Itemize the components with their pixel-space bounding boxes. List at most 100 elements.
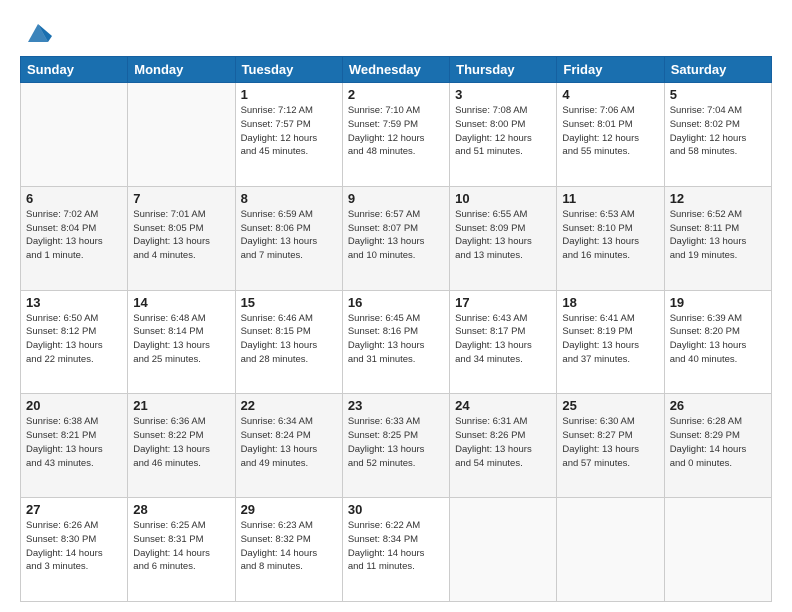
day-number: 5 — [670, 87, 766, 102]
day-number: 10 — [455, 191, 551, 206]
day-number: 23 — [348, 398, 444, 413]
day-info: Sunrise: 6:22 AM Sunset: 8:34 PM Dayligh… — [348, 519, 444, 574]
day-info: Sunrise: 6:31 AM Sunset: 8:26 PM Dayligh… — [455, 415, 551, 470]
day-info: Sunrise: 7:01 AM Sunset: 8:05 PM Dayligh… — [133, 208, 229, 263]
calendar-week-row: 6 Sunrise: 7:02 AM Sunset: 8:04 PM Daylig… — [21, 186, 772, 290]
day-number: 8 — [241, 191, 337, 206]
weekday-header-row: SundayMondayTuesdayWednesdayThursdayFrid… — [21, 57, 772, 83]
calendar-cell: 1 Sunrise: 7:12 AM Sunset: 7:57 PM Daylig… — [235, 83, 342, 187]
day-number: 19 — [670, 295, 766, 310]
calendar-cell: 25Sunrise: 6:30 AM Sunset: 8:27 PM Dayli… — [557, 394, 664, 498]
day-info: Sunrise: 6:55 AM Sunset: 8:09 PM Dayligh… — [455, 208, 551, 263]
calendar-cell: 5 Sunrise: 7:04 AM Sunset: 8:02 PM Daylig… — [664, 83, 771, 187]
day-number: 3 — [455, 87, 551, 102]
calendar-cell: 8 Sunrise: 6:59 AM Sunset: 8:06 PM Daylig… — [235, 186, 342, 290]
day-number: 9 — [348, 191, 444, 206]
logo-icon — [24, 18, 52, 46]
calendar-cell: 17Sunrise: 6:43 AM Sunset: 8:17 PM Dayli… — [450, 290, 557, 394]
weekday-header: Thursday — [450, 57, 557, 83]
day-number: 17 — [455, 295, 551, 310]
day-info: Sunrise: 6:39 AM Sunset: 8:20 PM Dayligh… — [670, 312, 766, 367]
calendar-cell: 24 Sunrise: 6:31 AM Sunset: 8:26 PM Dayli… — [450, 394, 557, 498]
page: SundayMondayTuesdayWednesdayThursdayFrid… — [0, 0, 792, 612]
day-number: 18 — [562, 295, 658, 310]
day-number: 24 — [455, 398, 551, 413]
day-info: Sunrise: 6:59 AM Sunset: 8:06 PM Dayligh… — [241, 208, 337, 263]
day-number: 15 — [241, 295, 337, 310]
calendar-cell: 2 Sunrise: 7:10 AM Sunset: 7:59 PM Daylig… — [342, 83, 449, 187]
day-number: 29 — [241, 502, 337, 517]
day-info: Sunrise: 6:45 AM Sunset: 8:16 PM Dayligh… — [348, 312, 444, 367]
day-info: Sunrise: 6:23 AM Sunset: 8:32 PM Dayligh… — [241, 519, 337, 574]
calendar-cell: 18 Sunrise: 6:41 AM Sunset: 8:19 PM Dayli… — [557, 290, 664, 394]
calendar-week-row: 1 Sunrise: 7:12 AM Sunset: 7:57 PM Daylig… — [21, 83, 772, 187]
day-number: 16 — [348, 295, 444, 310]
calendar-cell: 16 Sunrise: 6:45 AM Sunset: 8:16 PM Dayli… — [342, 290, 449, 394]
day-info: Sunrise: 6:28 AM Sunset: 8:29 PM Dayligh… — [670, 415, 766, 470]
calendar-cell: 21 Sunrise: 6:36 AM Sunset: 8:22 PM Dayli… — [128, 394, 235, 498]
day-info: Sunrise: 6:36 AM Sunset: 8:22 PM Dayligh… — [133, 415, 229, 470]
calendar-week-row: 20 Sunrise: 6:38 AM Sunset: 8:21 PM Dayli… — [21, 394, 772, 498]
calendar-cell — [450, 498, 557, 602]
calendar-cell: 14Sunrise: 6:48 AM Sunset: 8:14 PM Dayli… — [128, 290, 235, 394]
calendar-cell — [664, 498, 771, 602]
weekday-header: Wednesday — [342, 57, 449, 83]
calendar-cell: 30Sunrise: 6:22 AM Sunset: 8:34 PM Dayli… — [342, 498, 449, 602]
calendar-cell: 29 Sunrise: 6:23 AM Sunset: 8:32 PM Dayli… — [235, 498, 342, 602]
day-number: 26 — [670, 398, 766, 413]
day-number: 28 — [133, 502, 229, 517]
day-info: Sunrise: 6:33 AM Sunset: 8:25 PM Dayligh… — [348, 415, 444, 470]
day-number: 12 — [670, 191, 766, 206]
day-number: 21 — [133, 398, 229, 413]
day-info: Sunrise: 7:04 AM Sunset: 8:02 PM Dayligh… — [670, 104, 766, 159]
weekday-header: Sunday — [21, 57, 128, 83]
calendar-cell: 13Sunrise: 6:50 AM Sunset: 8:12 PM Dayli… — [21, 290, 128, 394]
calendar-cell: 15Sunrise: 6:46 AM Sunset: 8:15 PM Dayli… — [235, 290, 342, 394]
day-info: Sunrise: 6:48 AM Sunset: 8:14 PM Dayligh… — [133, 312, 229, 367]
calendar-cell: 28 Sunrise: 6:25 AM Sunset: 8:31 PM Dayli… — [128, 498, 235, 602]
calendar-cell — [128, 83, 235, 187]
calendar-cell: 20 Sunrise: 6:38 AM Sunset: 8:21 PM Dayli… — [21, 394, 128, 498]
weekday-header: Monday — [128, 57, 235, 83]
weekday-header: Tuesday — [235, 57, 342, 83]
calendar-cell: 19 Sunrise: 6:39 AM Sunset: 8:20 PM Dayli… — [664, 290, 771, 394]
day-info: Sunrise: 6:38 AM Sunset: 8:21 PM Dayligh… — [26, 415, 122, 470]
calendar-cell: 7Sunrise: 7:01 AM Sunset: 8:05 PM Daylig… — [128, 186, 235, 290]
day-number: 6 — [26, 191, 122, 206]
calendar-cell: 3 Sunrise: 7:08 AM Sunset: 8:00 PM Daylig… — [450, 83, 557, 187]
day-number: 13 — [26, 295, 122, 310]
day-info: Sunrise: 6:25 AM Sunset: 8:31 PM Dayligh… — [133, 519, 229, 574]
calendar-cell: 9 Sunrise: 6:57 AM Sunset: 8:07 PM Daylig… — [342, 186, 449, 290]
day-info: Sunrise: 6:57 AM Sunset: 8:07 PM Dayligh… — [348, 208, 444, 263]
day-info: Sunrise: 7:12 AM Sunset: 7:57 PM Dayligh… — [241, 104, 337, 159]
day-number: 20 — [26, 398, 122, 413]
calendar-cell: 12 Sunrise: 6:52 AM Sunset: 8:11 PM Dayli… — [664, 186, 771, 290]
day-number: 4 — [562, 87, 658, 102]
day-number: 22 — [241, 398, 337, 413]
day-info: Sunrise: 7:06 AM Sunset: 8:01 PM Dayligh… — [562, 104, 658, 159]
calendar-table: SundayMondayTuesdayWednesdayThursdayFrid… — [20, 56, 772, 602]
day-info: Sunrise: 6:30 AM Sunset: 8:27 PM Dayligh… — [562, 415, 658, 470]
weekday-header: Saturday — [664, 57, 771, 83]
day-number: 2 — [348, 87, 444, 102]
day-info: Sunrise: 7:02 AM Sunset: 8:04 PM Dayligh… — [26, 208, 122, 263]
header — [20, 18, 772, 46]
weekday-header: Friday — [557, 57, 664, 83]
calendar-cell: 6 Sunrise: 7:02 AM Sunset: 8:04 PM Daylig… — [21, 186, 128, 290]
calendar-cell — [21, 83, 128, 187]
calendar-cell: 26 Sunrise: 6:28 AM Sunset: 8:29 PM Dayli… — [664, 394, 771, 498]
day-info: Sunrise: 7:10 AM Sunset: 7:59 PM Dayligh… — [348, 104, 444, 159]
day-number: 1 — [241, 87, 337, 102]
day-info: Sunrise: 6:41 AM Sunset: 8:19 PM Dayligh… — [562, 312, 658, 367]
calendar-cell: 22 Sunrise: 6:34 AM Sunset: 8:24 PM Dayli… — [235, 394, 342, 498]
day-info: Sunrise: 6:34 AM Sunset: 8:24 PM Dayligh… — [241, 415, 337, 470]
day-info: Sunrise: 6:52 AM Sunset: 8:11 PM Dayligh… — [670, 208, 766, 263]
calendar-cell: 10 Sunrise: 6:55 AM Sunset: 8:09 PM Dayli… — [450, 186, 557, 290]
calendar-cell: 11Sunrise: 6:53 AM Sunset: 8:10 PM Dayli… — [557, 186, 664, 290]
day-number: 27 — [26, 502, 122, 517]
day-number: 11 — [562, 191, 658, 206]
calendar-week-row: 27 Sunrise: 6:26 AM Sunset: 8:30 PM Dayli… — [21, 498, 772, 602]
calendar-week-row: 13Sunrise: 6:50 AM Sunset: 8:12 PM Dayli… — [21, 290, 772, 394]
day-info: Sunrise: 6:26 AM Sunset: 8:30 PM Dayligh… — [26, 519, 122, 574]
day-info: Sunrise: 7:08 AM Sunset: 8:00 PM Dayligh… — [455, 104, 551, 159]
